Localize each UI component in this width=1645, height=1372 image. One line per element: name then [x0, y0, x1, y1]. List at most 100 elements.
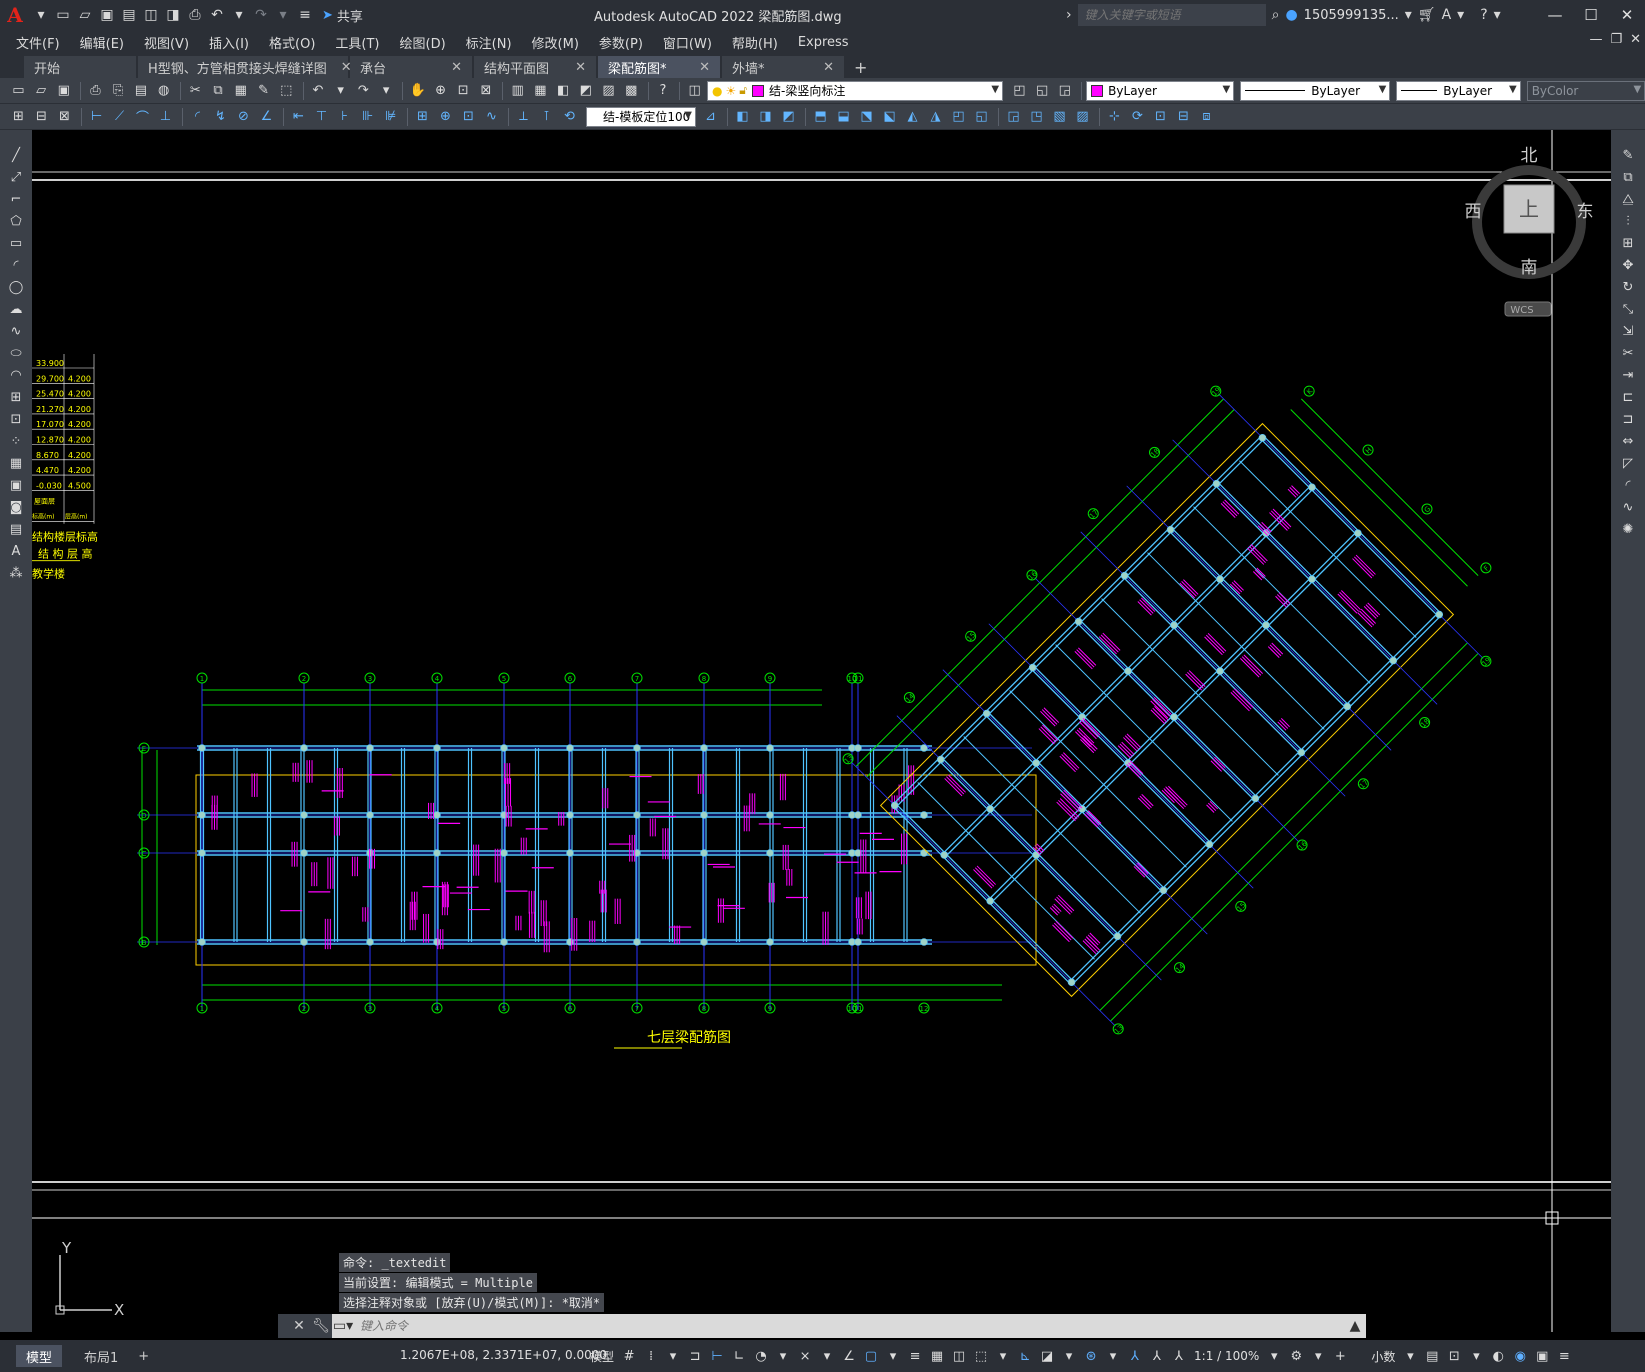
clean-screen-icon[interactable]: ▣: [1531, 1345, 1553, 1367]
cut-icon[interactable]: ✂: [185, 80, 206, 101]
color-dropdown[interactable]: ByLayer ▼: [1086, 80, 1235, 101]
model-space-canvas[interactable]: 33.900 29.700 4.200 25.470 4.200 21.270 4.200 1…: [32, 130, 1611, 1332]
jogged-linear-icon[interactable]: ∿: [481, 106, 502, 127]
search-expand-chevron-icon[interactable]: ›: [1066, 7, 1072, 23]
search-input[interactable]: [1077, 4, 1266, 26]
add-layout-icon[interactable]: +: [128, 1345, 159, 1367]
plotstyle-dropdown[interactable]: ByColor ▼: [1526, 80, 1645, 101]
auto-scale-icon[interactable]: ⅄: [1146, 1345, 1168, 1367]
make-current-layer-icon[interactable]: ◰: [1009, 80, 1030, 101]
user-icon[interactable]: ●: [1285, 7, 1297, 23]
isolate-objects-icon[interactable]: ◐: [1487, 1345, 1509, 1367]
presspull-icon[interactable]: ◭: [902, 106, 923, 127]
polygon-icon[interactable]: ⬠: [5, 210, 27, 232]
object-snap-dropdown-icon[interactable]: ▾: [882, 1345, 904, 1367]
center-mark-icon[interactable]: ⊕: [435, 106, 456, 127]
properties-icon[interactable]: ▥: [507, 80, 528, 101]
slice-icon[interactable]: ◮: [925, 106, 946, 127]
attribute-icon[interactable]: ⊠: [54, 106, 75, 127]
menu-dimension[interactable]: 标注(N): [466, 33, 512, 52]
undo-dropdown-icon[interactable]: ▾: [330, 80, 351, 101]
zoom-previous-icon[interactable]: ⊠: [476, 80, 497, 101]
tab-h-steel-detail[interactable]: H型钢、方管相贯接头焊缝详图 ✕: [138, 56, 352, 78]
table-icon[interactable]: ▤: [5, 518, 27, 540]
chamfer-icon[interactable]: ◸: [1617, 452, 1639, 474]
quick-properties-icon[interactable]: ▤: [1421, 1345, 1443, 1367]
gizmo-dropdown-icon[interactable]: ▾: [1102, 1345, 1124, 1367]
stretch-icon[interactable]: ⇲: [1617, 320, 1639, 342]
tolerance-icon[interactable]: ⊞: [412, 106, 433, 127]
scale-dropdown-icon[interactable]: ▾: [1263, 1345, 1285, 1367]
close-icon[interactable]: ✕: [1609, 3, 1645, 27]
save-icon[interactable]: ▣: [96, 4, 118, 26]
open-web-icon[interactable]: ◫: [140, 4, 162, 26]
make-block-icon[interactable]: ⊟: [31, 106, 52, 127]
extrude-icon[interactable]: ⬒: [810, 106, 831, 127]
undo-icon[interactable]: ↶: [206, 4, 228, 26]
jogged-icon[interactable]: ↯: [210, 106, 231, 127]
dimension-style-dropdown[interactable]: 结-模板定位100 ▼: [586, 106, 696, 127]
layout-tab-model[interactable]: 模型: [16, 1345, 63, 1367]
zoom-realtime-icon[interactable]: ⊕: [430, 80, 451, 101]
isodraft-dropdown-icon[interactable]: ▾: [816, 1345, 838, 1367]
menu-express[interactable]: Express: [798, 35, 849, 50]
continue-icon[interactable]: ⊦: [334, 106, 355, 127]
ellipse-icon[interactable]: ⬭: [5, 342, 27, 364]
array-icon[interactable]: ⊞: [1617, 232, 1639, 254]
selection-filter-dropdown-icon[interactable]: ▾: [1058, 1345, 1080, 1367]
layer-properties-icon[interactable]: ◫: [684, 80, 705, 101]
transparency-icon[interactable]: ▦: [926, 1345, 948, 1367]
polar-tracking-icon[interactable]: ◔: [750, 1345, 772, 1367]
annotation-scale-value[interactable]: 1:1 / 100%: [1194, 1349, 1259, 1363]
workspace-dropdown-icon[interactable]: ▾: [1307, 1345, 1329, 1367]
arc-icon[interactable]: ◜: [5, 254, 27, 276]
add-selected-icon[interactable]: ⁂: [5, 562, 27, 584]
annotation-visibility-icon[interactable]: ⅄: [1124, 1345, 1146, 1367]
share-button[interactable]: ➤ 共享: [322, 6, 363, 25]
tool-palettes-icon[interactable]: ◧: [553, 80, 574, 101]
diameter-icon[interactable]: ⊘: [233, 106, 254, 127]
snap-dropdown-icon[interactable]: ▾: [662, 1345, 684, 1367]
3d-align-icon[interactable]: ⊟: [1173, 106, 1194, 127]
doc-minimize-icon[interactable]: —: [1589, 32, 1602, 47]
menu-window[interactable]: 窗口(W): [663, 33, 712, 52]
pan-icon[interactable]: ✋: [407, 80, 428, 101]
menu-draw[interactable]: 绘图(D): [400, 33, 446, 52]
layout-tab-layout1[interactable]: 布局1: [74, 1345, 128, 1367]
move-icon[interactable]: ✥: [1617, 254, 1639, 276]
region-icon[interactable]: ◙: [5, 496, 27, 518]
layer-state-icon[interactable]: ◲: [1054, 80, 1075, 101]
gizmo-icon[interactable]: ⊛: [1080, 1345, 1102, 1367]
separate-icon[interactable]: ▨: [1072, 106, 1093, 127]
paste-icon[interactable]: ▦: [230, 80, 251, 101]
ellipse-arc-icon[interactable]: ◠: [5, 364, 27, 386]
tab-close-icon[interactable]: ✕: [699, 60, 710, 75]
calculator-icon[interactable]: ▩: [621, 80, 642, 101]
construction-line-icon[interactable]: ⤢: [5, 166, 27, 188]
doc-close-icon[interactable]: ✕: [1630, 32, 1641, 47]
spline-icon[interactable]: ∿: [5, 320, 27, 342]
ortho-icon[interactable]: ∟: [728, 1345, 750, 1367]
polyline-icon[interactable]: ⌐: [5, 188, 27, 210]
tab-close-icon[interactable]: ✕: [575, 60, 586, 75]
undo-dropdown-icon[interactable]: ▾: [228, 4, 250, 26]
3d-scale-icon[interactable]: ⊡: [1150, 106, 1171, 127]
cursor-coordinates[interactable]: 1.2067E+08, 2.3371E+07, 0.0000: [400, 1348, 607, 1362]
lineweight-icon[interactable]: ≡: [904, 1345, 926, 1367]
match-properties-icon[interactable]: ✎: [253, 80, 274, 101]
dimension-space-icon[interactable]: ⊪: [357, 106, 378, 127]
cart-icon[interactable]: 🛒︎: [1418, 7, 1436, 23]
markup-icon[interactable]: ▨: [598, 80, 619, 101]
tab-close-icon[interactable]: ✕: [451, 60, 462, 75]
loft-icon[interactable]: ⬕: [879, 106, 900, 127]
minimize-icon[interactable]: —: [1537, 3, 1573, 27]
interfere-icon[interactable]: ◰: [948, 106, 969, 127]
design-center-icon[interactable]: ▦: [530, 80, 551, 101]
baseline-icon[interactable]: ⊤: [311, 106, 332, 127]
help-icon[interactable]: ?: [653, 80, 674, 101]
menu-modify[interactable]: 修改(M): [532, 33, 579, 52]
menu-edit[interactable]: 编辑(E): [80, 33, 124, 52]
chamfer-edge-icon[interactable]: ▧: [1049, 106, 1070, 127]
search-icon[interactable]: ⌕: [1272, 7, 1280, 23]
fillet-icon[interactable]: ◜: [1617, 474, 1639, 496]
